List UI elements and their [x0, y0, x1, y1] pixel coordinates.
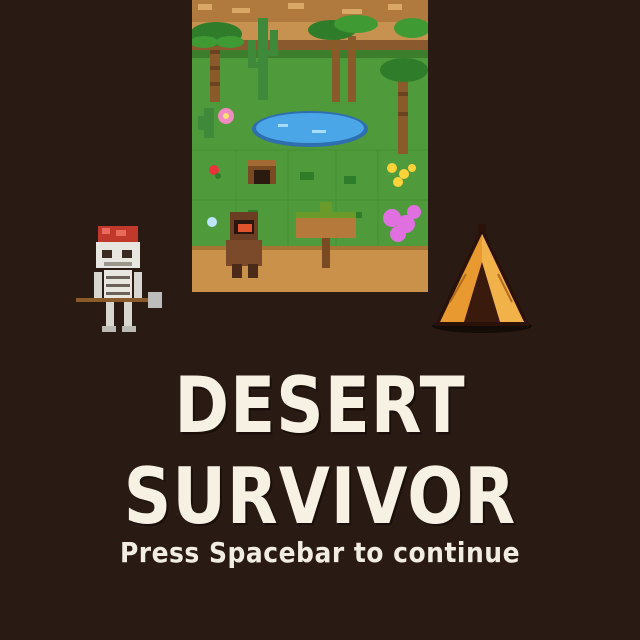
continue-prompt: Press Spacebar to continue: [119, 536, 521, 569]
game-title: DESERT SURVIVOR: [123, 360, 517, 542]
oasis-map-preview: [192, 0, 428, 292]
title-screen[interactable]: DESERT SURVIVOR Press Spacebar to contin…: [0, 0, 640, 640]
skeleton-warrior-sprite: [76, 222, 168, 336]
tent-sprite: [430, 222, 534, 334]
